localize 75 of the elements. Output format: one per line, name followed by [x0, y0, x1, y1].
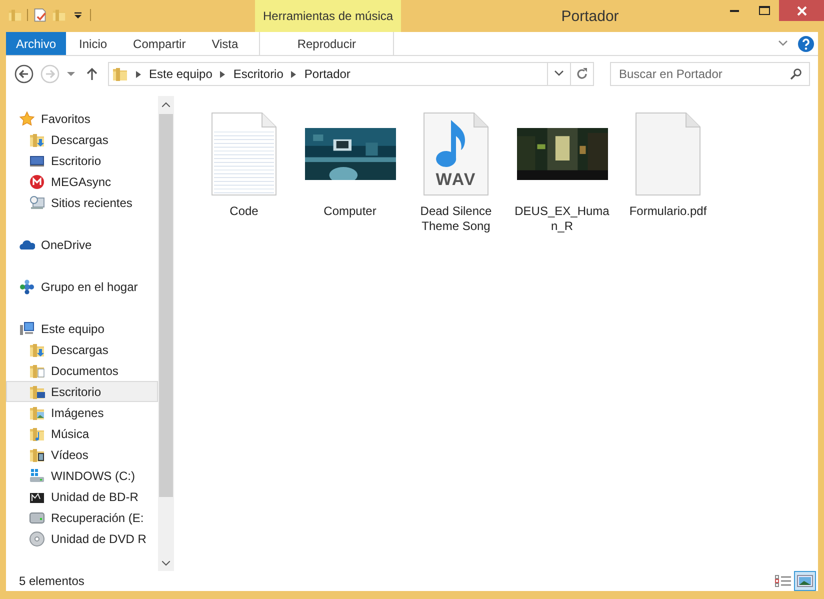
minimize-icon — [730, 10, 738, 12]
downloads-icon — [29, 132, 45, 148]
item-count: 5 elementos — [19, 574, 84, 588]
document-check-icon[interactable] — [33, 7, 47, 23]
nav-item[interactable]: Sitios recientes — [6, 192, 158, 213]
chevron-icon[interactable] — [220, 70, 226, 78]
maximize-icon — [758, 6, 770, 15]
window-title: Portador — [560, 7, 620, 25]
ribbon-tab[interactable]: Reproducir — [259, 32, 394, 55]
music-icon — [29, 426, 45, 442]
scrollbar[interactable] — [158, 96, 174, 571]
file-name[interactable]: Computer — [302, 204, 398, 219]
nav-item[interactable]: Música — [6, 423, 158, 444]
nav-item[interactable]: Descargas — [6, 129, 158, 150]
nav-item[interactable]: Unidad de BD-R — [6, 486, 158, 507]
context-tab-title: Herramientas de música — [255, 0, 402, 32]
expand-ribbon-icon[interactable] — [778, 40, 788, 48]
file-name[interactable]: Formulario.pdf — [620, 204, 716, 219]
star-icon — [19, 110, 35, 126]
nav-item[interactable]: Documentos — [6, 360, 158, 381]
search-field[interactable]: Buscar en Portador — [610, 62, 810, 86]
nav-item[interactable]: Escritorio — [6, 381, 158, 402]
ribbon-tab[interactable]: Vista — [198, 32, 252, 55]
videos-icon — [29, 446, 45, 462]
drive-icon — [29, 510, 45, 526]
ribbon-tab[interactable]: Compartir — [120, 32, 199, 55]
nav-item[interactable]: MEGAsync — [6, 171, 158, 192]
nav-item[interactable]: Favoritos — [6, 108, 158, 129]
nav-item[interactable]: WINDOWS (C:) — [6, 465, 158, 486]
search-icon[interactable] — [790, 68, 802, 80]
help-icon[interactable] — [798, 36, 814, 52]
close-icon — [796, 6, 806, 16]
file-name[interactable]: Code — [196, 204, 292, 219]
homegroup-icon — [19, 278, 35, 294]
up-arrow-icon[interactable] — [86, 67, 98, 81]
nav-item[interactable]: Recuperación (E: — [6, 507, 158, 528]
text-document-icon — [211, 112, 277, 196]
address-bar[interactable]: Este equipo Escritorio Portador — [108, 62, 594, 86]
folder-icon — [112, 66, 128, 82]
nav-item[interactable]: Vídeos — [6, 444, 158, 465]
nav-item[interactable]: Este equipo — [6, 318, 158, 339]
refresh-icon[interactable] — [575, 67, 589, 81]
recent-icon — [29, 194, 45, 210]
nav-item[interactable]: Unidad de DVD R — [6, 528, 158, 549]
ribbon-tab[interactable]: Inicio — [66, 32, 120, 55]
mega-icon — [29, 174, 45, 190]
audio-file-icon: WAV — [423, 112, 489, 196]
nav-item[interactable]: Descargas — [6, 339, 158, 360]
breadcrumb[interactable]: Portador — [304, 67, 350, 81]
documents-icon — [29, 362, 45, 378]
nav-item[interactable]: OneDrive — [6, 234, 158, 255]
dropdown-icon[interactable] — [554, 70, 564, 78]
file-name[interactable]: Dead Silence Theme Song — [408, 204, 504, 234]
close-button[interactable] — [779, 0, 824, 21]
nav-item[interactable]: Escritorio — [6, 150, 158, 171]
chevron-icon[interactable] — [136, 70, 141, 78]
pictures-icon — [29, 404, 45, 420]
back-icon[interactable] — [14, 64, 34, 84]
system-drive-icon — [29, 468, 45, 484]
breadcrumb[interactable]: Escritorio — [233, 67, 284, 81]
downloads-icon — [29, 342, 45, 358]
dvd-icon — [29, 530, 45, 546]
breadcrumb[interactable]: Este equipo — [149, 67, 212, 81]
computer-icon — [19, 320, 35, 336]
nav-item[interactable]: Imágenes — [6, 402, 158, 423]
scroll-down-icon[interactable] — [162, 560, 170, 566]
ribbon-tab[interactable]: Archivo — [6, 32, 66, 55]
nav-item[interactable]: Grupo en el hogar — [6, 276, 158, 297]
scroll-up-icon[interactable] — [162, 102, 170, 106]
large-icons-view-button[interactable] — [794, 571, 816, 591]
file-name[interactable]: DEUS_EX_Human_R — [514, 204, 610, 234]
desktop-folder-icon — [29, 384, 45, 400]
document-icon — [635, 112, 701, 196]
recent-locations-icon[interactable] — [66, 69, 76, 79]
chevron-icon[interactable] — [291, 70, 296, 78]
